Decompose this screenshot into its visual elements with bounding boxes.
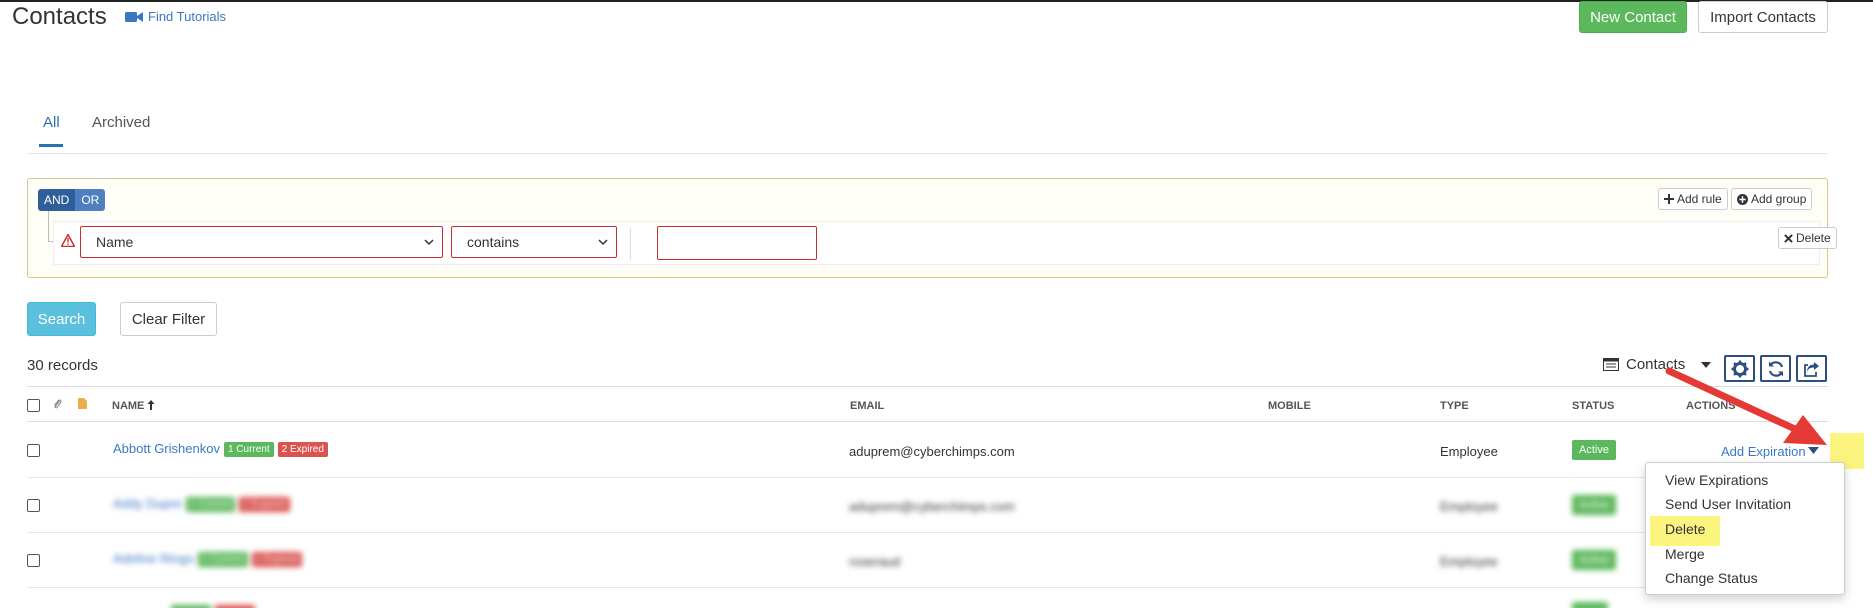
contact-name-link[interactable]: Adeline Ringo: [113, 551, 194, 566]
status-badge: Active: [1572, 550, 1616, 570]
sort-ascending-icon: [147, 400, 155, 410]
column-header-status[interactable]: STATUS: [1572, 400, 1614, 412]
video-camera-icon: [125, 11, 143, 22]
row-checkbox[interactable]: [27, 499, 40, 512]
active-tab-indicator: [39, 144, 63, 147]
delete-rule-button[interactable]: Delete: [1778, 227, 1837, 249]
operator-select[interactable]: contains: [451, 226, 617, 258]
add-group-button[interactable]: Add group: [1731, 188, 1813, 210]
column-header-email[interactable]: EMAIL: [850, 400, 884, 412]
import-contacts-button[interactable]: Import Contacts: [1698, 1, 1828, 33]
or-button[interactable]: OR: [75, 189, 106, 211]
table-row: Addy Dupre 1 Current 1 Expired aduprem@cyb…: [27, 478, 1828, 533]
row-actions-dropdown: View Expirations Send User Invitation De…: [1645, 462, 1845, 595]
expired-badge: 1 Expired: [251, 552, 302, 567]
table-header: NAME EMAIL MOBILE TYPE STATUS ACTIONS: [27, 386, 1828, 422]
current-badge: 1 Current: [197, 552, 248, 567]
status-badge: Active: [1572, 495, 1616, 515]
field-select-value: Name: [96, 234, 134, 250]
tree-connector: [48, 211, 49, 241]
column-header-mobile[interactable]: MOBILE: [1268, 400, 1311, 412]
menu-item-send-user-invitation[interactable]: Send User Invitation: [1665, 496, 1791, 512]
row-badges-partial: [167, 602, 255, 608]
annotation-arrow-icon: [1665, 367, 1827, 445]
column-header-name[interactable]: NAME: [112, 400, 155, 412]
table-row: [27, 588, 1828, 608]
and-button[interactable]: AND: [38, 189, 76, 211]
contact-name-cell: Abbott Grishenkov 1 Current 2 Expired: [113, 441, 328, 457]
chevron-down-icon: [424, 239, 434, 246]
expired-badge: 2 Expired: [277, 442, 328, 457]
column-name-label: NAME: [112, 400, 145, 412]
new-contact-button[interactable]: New Contact: [1579, 1, 1687, 33]
paperclip-icon: [54, 399, 62, 409]
delete-rule-label: Delete: [1796, 231, 1831, 245]
contact-name-link[interactable]: Addy Dupre: [113, 496, 182, 511]
status-badge: Active: [1572, 440, 1616, 460]
menu-item-view-expirations[interactable]: View Expirations: [1665, 472, 1768, 488]
status-badge: [1572, 602, 1608, 608]
clear-filter-button[interactable]: Clear Filter: [120, 302, 217, 336]
row-checkbox[interactable]: [27, 444, 40, 457]
page-title: Contacts: [12, 3, 107, 30]
add-group-label: Add group: [1751, 192, 1807, 206]
menu-item-merge[interactable]: Merge: [1665, 546, 1705, 562]
operator-select-value: contains: [467, 234, 520, 250]
current-badge: 1 Current: [185, 497, 236, 512]
email-cell: aduprem@cyberchimps.com: [849, 499, 1015, 514]
add-rule-button[interactable]: Add rule: [1658, 188, 1728, 210]
close-icon: [1784, 233, 1793, 243]
email-cell: aduprem@cyberchimps.com: [849, 444, 1015, 459]
column-header-type[interactable]: TYPE: [1440, 400, 1469, 412]
contact-name-link[interactable]: Abbott Grishenkov: [113, 441, 220, 456]
list-view-icon: [1603, 358, 1619, 371]
document-icon: [78, 398, 87, 409]
add-rule-label: Add rule: [1677, 192, 1722, 206]
tab-all[interactable]: All: [43, 114, 60, 131]
plus-circle-icon: [1737, 193, 1748, 205]
row-checkbox[interactable]: [27, 554, 40, 567]
table-row: Adeline Ringo 1 Current 1 Expired roseraud…: [27, 533, 1828, 588]
search-button[interactable]: Search: [27, 302, 96, 336]
chevron-down-icon: [598, 239, 608, 246]
plus-icon: [1664, 194, 1674, 204]
type-cell: Employee: [1440, 554, 1498, 569]
find-tutorials-label: Find Tutorials: [148, 9, 227, 24]
tabs-bar: All Archived: [27, 100, 1828, 154]
filter-builder: AND OR Add rule Add group Name contains …: [27, 178, 1837, 278]
table-row: Abbott Grishenkov 1 Current 2 Expired adup…: [27, 423, 1828, 478]
and-or-toggle: AND OR: [38, 189, 106, 211]
current-badge: 1 Current: [223, 442, 274, 457]
contact-name-cell: Addy Dupre 1 Current 1 Expired: [113, 496, 290, 512]
expired-badge: 1 Expired: [239, 497, 290, 512]
find-tutorials-link[interactable]: Find Tutorials: [125, 9, 226, 24]
rule-separator: [630, 228, 631, 260]
filter-value-input[interactable]: [657, 226, 817, 260]
type-cell: Employee: [1440, 499, 1498, 514]
tab-archived[interactable]: Archived: [92, 114, 150, 131]
select-all-checkbox[interactable]: [27, 399, 40, 412]
warning-icon: [61, 234, 75, 247]
field-select[interactable]: Name: [80, 226, 443, 258]
email-cell: roseraud: [849, 554, 901, 569]
contact-name-cell: Adeline Ringo 1 Current 1 Expired: [113, 551, 302, 567]
records-count: 30 records: [27, 357, 98, 374]
type-cell: Employee: [1440, 444, 1498, 459]
menu-item-change-status[interactable]: Change Status: [1665, 570, 1758, 586]
menu-item-delete[interactable]: Delete: [1665, 521, 1705, 537]
filter-rule: Name contains Delete: [53, 221, 1837, 265]
